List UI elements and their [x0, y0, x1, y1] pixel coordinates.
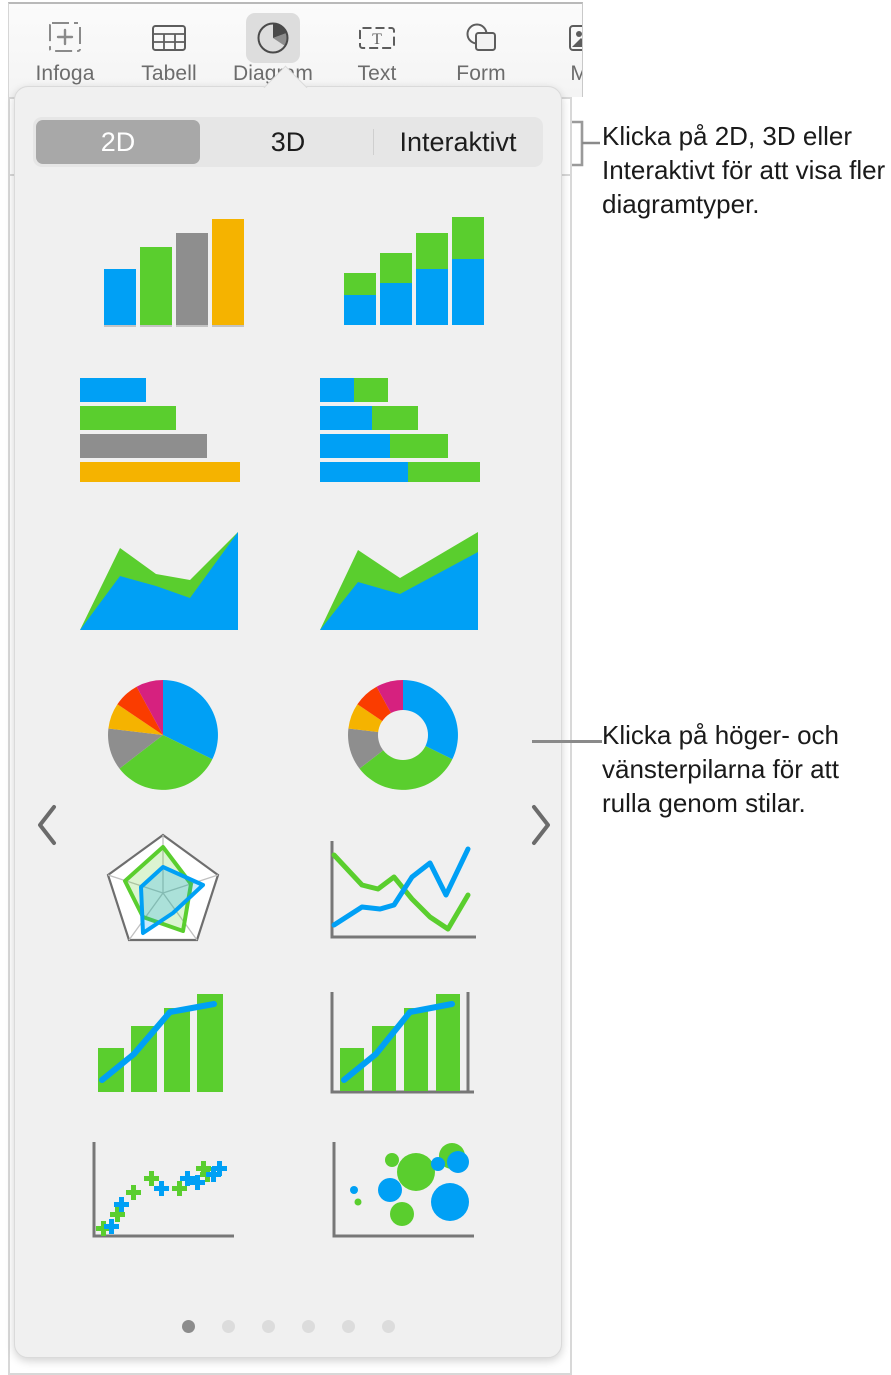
chart-thumb-column[interactable] [63, 197, 263, 337]
toolbar-item-infoga[interactable]: Infoga [17, 12, 113, 86]
tab-interaktivt[interactable]: Interaktivt [376, 120, 540, 164]
svg-text:T: T [372, 31, 382, 48]
document-edge [570, 97, 572, 1375]
toolbar-item-label: Tabell [141, 62, 197, 85]
chart-thumb-donut[interactable] [303, 665, 503, 805]
next-styles-arrow[interactable] [517, 793, 561, 857]
page-dot[interactable] [181, 1320, 195, 1333]
toolbar-item-label: Form [456, 62, 506, 85]
document-edge [8, 97, 10, 1375]
chart-thumb-bubble[interactable] [303, 1122, 503, 1262]
page-dot[interactable] [381, 1320, 395, 1333]
chart-dimension-tabs: 2D 3D Interaktivt [33, 117, 543, 167]
chevron-left-icon [38, 805, 56, 845]
toolbar-item-form[interactable]: Form [433, 12, 529, 86]
chart-thumb-column-line[interactable] [63, 972, 263, 1112]
chart-thumb-area[interactable] [63, 512, 263, 652]
callout-bracket-1 [570, 120, 602, 167]
chart-thumb-scatter[interactable] [63, 1122, 263, 1262]
chart-thumb-pie[interactable] [63, 665, 263, 805]
chevron-right-icon [532, 805, 550, 845]
previous-styles-arrow[interactable] [25, 793, 71, 857]
callout-text-tabs: Klicka på 2D, 3D eller Interaktivt för a… [602, 121, 886, 219]
toolbar-item-label: Infoga [35, 62, 95, 85]
insert-icon [17, 12, 113, 64]
chart-thumb-stacked-area[interactable] [303, 512, 503, 652]
chart-thumb-stacked-bar[interactable] [303, 357, 503, 497]
toolbar-item-text[interactable]: T Text [329, 12, 425, 86]
chart-thumb-line[interactable] [303, 822, 503, 962]
toolbar-item-media[interactable]: Me [537, 12, 582, 86]
page-dot[interactable] [261, 1320, 275, 1333]
page-dot[interactable] [221, 1320, 235, 1333]
page-dot[interactable] [301, 1320, 315, 1333]
chart-pie-icon [225, 12, 321, 64]
toolbar-item-label: Me [537, 62, 582, 86]
popover-pointer [256, 58, 314, 88]
toolbar-item-tabell[interactable]: Tabell [121, 12, 217, 86]
chart-thumb-stacked-column[interactable] [303, 197, 503, 337]
chart-thumb-radar[interactable] [63, 822, 263, 962]
page-indicator [15, 1320, 561, 1333]
shape-icon [433, 12, 529, 64]
page-dot[interactable] [341, 1320, 355, 1333]
table-icon [121, 12, 217, 64]
callout-text-arrows: Klicka på höger- och vänsterpilarna för … [602, 720, 840, 818]
tab-2d[interactable]: 2D [36, 120, 200, 164]
text-box-icon: T [329, 12, 425, 64]
tab-divider [373, 129, 374, 155]
toolbar-item-label: Text [357, 62, 397, 85]
chart-thumb-bar[interactable] [63, 357, 263, 497]
tab-3d[interactable]: 3D [206, 120, 370, 164]
chart-type-grid [15, 197, 561, 1307]
chart-type-popover: 2D 3D Interaktivt [14, 86, 562, 1358]
chart-thumb-column-line-axes[interactable] [303, 972, 503, 1112]
media-icon [537, 12, 582, 64]
callout-leader-line-2 [532, 740, 602, 743]
